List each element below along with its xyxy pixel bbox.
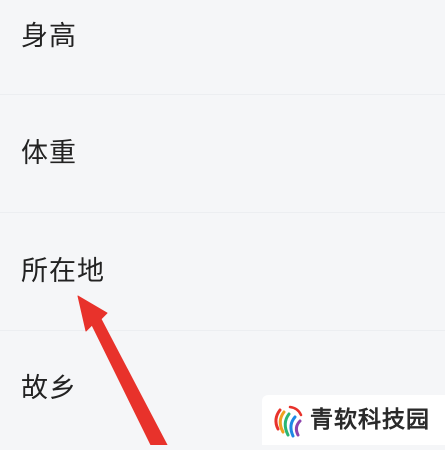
field-row-location[interactable]: 所在地 — [0, 214, 445, 332]
divider — [0, 212, 445, 213]
divider — [0, 94, 445, 95]
field-row-weight[interactable]: 体重 — [0, 96, 445, 214]
field-label-hometown: 故乡 — [21, 373, 77, 404]
profile-field-list: 身高 体重 所在地 故乡 — [0, 0, 445, 450]
divider — [0, 330, 445, 331]
field-label-weight: 体重 — [21, 138, 77, 169]
field-row-height[interactable]: 身高 — [0, 0, 445, 96]
fingerprint-logo-icon — [274, 405, 303, 438]
watermark: 青软科技园 — [262, 395, 445, 445]
field-label-height: 身高 — [21, 21, 77, 52]
watermark-text: 青软科技园 — [310, 407, 430, 433]
field-label-location: 所在地 — [21, 256, 105, 287]
